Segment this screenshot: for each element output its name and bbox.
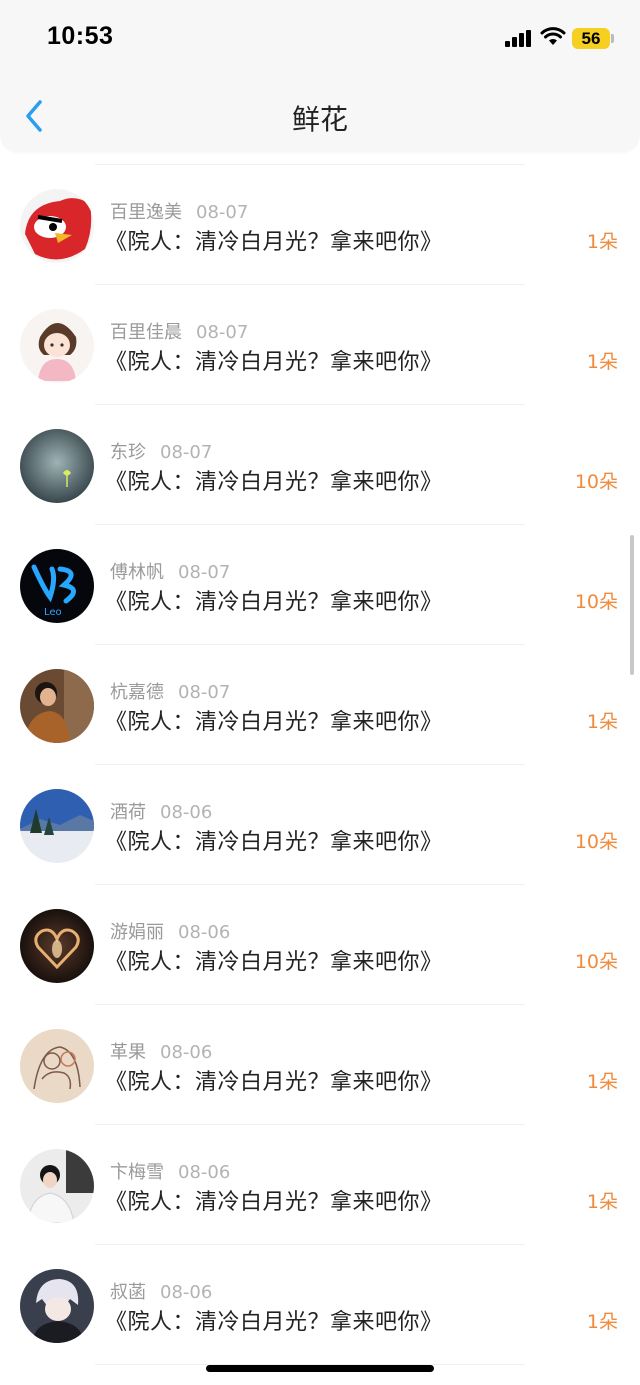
item-date: 08-07	[178, 682, 231, 703]
book-title: 《院人：清冷白月光？拿来吧你》	[105, 350, 443, 375]
avatar[interactable]	[20, 1269, 94, 1343]
book-title: 《院人：清冷白月光？拿来吧你》	[105, 470, 443, 495]
user-name: 叔菡	[110, 1282, 146, 1303]
user-name: 杭嘉德	[110, 682, 164, 703]
item-date: 08-06	[178, 1162, 231, 1183]
avatar[interactable]	[20, 429, 94, 503]
item-meta: 革果 08-06	[110, 1038, 212, 1064]
list-item[interactable]: Leo 傅林帆 08-07 《院人：清冷白月光？拿来吧你》 10朵	[0, 524, 640, 644]
user-name: 百里逸美	[110, 202, 182, 223]
item-date: 08-06	[160, 1282, 213, 1303]
book-title: 《院人：清冷白月光？拿来吧你》	[105, 590, 443, 615]
item-meta: 酒荷 08-06	[110, 798, 212, 824]
page-title: 鲜花	[291, 103, 348, 136]
item-date: 08-06	[178, 922, 231, 943]
item-date: 08-07	[196, 322, 249, 343]
user-name: 酒荷	[110, 802, 146, 823]
flower-count: 10朵	[574, 951, 618, 973]
status-bar: 10:53 56	[0, 0, 640, 80]
book-title: 《院人：清冷白月光？拿来吧你》	[105, 1190, 443, 1215]
avatar[interactable]	[20, 189, 94, 263]
avatar[interactable]	[20, 909, 94, 983]
user-name: 革果	[110, 1042, 146, 1063]
item-meta: 傅林帆 08-07	[110, 558, 230, 584]
avatar[interactable]: Leo	[20, 549, 94, 623]
battery-icon: 56	[572, 28, 610, 49]
user-name: 东珍	[110, 442, 146, 463]
book-title: 《院人：清冷白月光？拿来吧你》	[105, 710, 443, 735]
item-meta: 百里佳晨 08-07	[110, 318, 248, 344]
status-time: 10:53	[47, 22, 114, 50]
item-meta: 游娟丽 08-06	[110, 918, 230, 944]
list-item[interactable]: 百里逸美 08-07 《院人：清冷白月光？拿来吧你》 1朵	[0, 164, 640, 284]
list-item[interactable]: 东珍 08-07 《院人：清冷白月光？拿来吧你》 10朵	[0, 404, 640, 524]
item-meta: 东珍 08-07	[110, 438, 212, 464]
item-date: 08-07	[196, 202, 249, 223]
item-meta: 百里逸美 08-07	[110, 198, 248, 224]
user-name: 卞梅雪	[110, 1162, 164, 1183]
item-meta: 卞梅雪 08-06	[110, 1158, 230, 1184]
scrollbar[interactable]	[630, 535, 634, 675]
user-name: 游娟丽	[110, 922, 164, 943]
flower-count: 10朵	[574, 471, 618, 493]
book-title: 《院人：清冷白月光？拿来吧你》	[105, 830, 443, 855]
user-name: 百里佳晨	[110, 322, 182, 343]
battery-level: 56	[581, 29, 601, 48]
item-date: 08-07	[178, 562, 231, 583]
item-date: 08-06	[160, 802, 213, 823]
flower-count: 10朵	[574, 591, 618, 613]
item-date: 08-06	[160, 1042, 213, 1063]
avatar[interactable]	[20, 1149, 94, 1223]
list-item[interactable]: 游娟丽 08-06 《院人：清冷白月光？拿来吧你》 10朵	[0, 884, 640, 1004]
item-date: 08-07	[160, 442, 213, 463]
avatar[interactable]	[20, 1029, 94, 1103]
list-item[interactable]: 百里佳晨 08-07 《院人：清冷白月光？拿来吧你》 1朵	[0, 284, 640, 404]
avatar[interactable]	[20, 789, 94, 863]
flower-count: 1朵	[586, 1311, 618, 1333]
book-title: 《院人：清冷白月光？拿来吧你》	[105, 1070, 443, 1095]
flower-count: 1朵	[586, 231, 618, 253]
svg-text:Leo: Leo	[44, 607, 62, 618]
list-item[interactable]: 革果 08-06 《院人：清冷白月光？拿来吧你》 1朵	[0, 1004, 640, 1124]
flower-count: 1朵	[586, 1071, 618, 1093]
battery-tip	[611, 34, 614, 43]
list-item[interactable]: 酒荷 08-06 《院人：清冷白月光？拿来吧你》 10朵	[0, 764, 640, 884]
home-indicator[interactable]	[206, 1365, 434, 1372]
cellular-signal-icon	[505, 30, 531, 47]
avatar[interactable]	[20, 669, 94, 743]
avatar[interactable]	[20, 309, 94, 383]
user-name: 傅林帆	[110, 562, 164, 583]
flower-count: 1朵	[586, 711, 618, 733]
item-meta: 叔菡 08-06	[110, 1278, 212, 1304]
flower-count: 1朵	[586, 1191, 618, 1213]
flower-count: 1朵	[586, 351, 618, 373]
book-title: 《院人：清冷白月光？拿来吧你》	[105, 1310, 443, 1335]
nav-bar: 鲜花	[0, 80, 640, 152]
item-meta: 杭嘉德 08-07	[110, 678, 230, 704]
book-title: 《院人：清冷白月光？拿来吧你》	[105, 950, 443, 975]
book-title: 《院人：清冷白月光？拿来吧你》	[105, 230, 443, 255]
flower-count: 10朵	[574, 831, 618, 853]
list-item[interactable]: 杭嘉德 08-07 《院人：清冷白月光？拿来吧你》 1朵	[0, 644, 640, 764]
wifi-icon	[540, 27, 566, 45]
list-item[interactable]: 卞梅雪 08-06 《院人：清冷白月光？拿来吧你》 1朵	[0, 1124, 640, 1244]
list-item[interactable]: 叔菡 08-06 《院人：清冷白月光？拿来吧你》 1朵	[0, 1244, 640, 1364]
